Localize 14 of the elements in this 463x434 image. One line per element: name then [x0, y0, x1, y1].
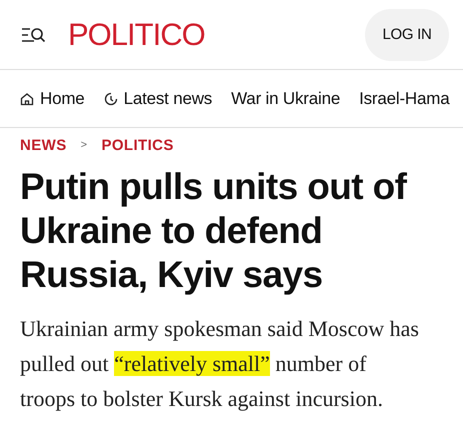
breadcrumb-link[interactable]: POLITICS [101, 136, 174, 154]
breadcrumb-link[interactable]: NEWS [20, 136, 67, 154]
nav-link[interactable]: Israel-Hama [359, 88, 450, 108]
nav-link[interactable]: Latest news [104, 88, 212, 108]
home-icon [20, 92, 34, 106]
headline: Putin pulls units out of Ukraine to defend Russia, Kyiv says [20, 165, 408, 297]
login-button[interactable]: LOG IN [365, 8, 449, 60]
nav-link[interactable]: War in Ukraine [231, 88, 340, 108]
breadcrumb-separator: > [80, 139, 88, 151]
logo[interactable]: POLITICO [68, 16, 365, 52]
summary: Ukrainian army spokesman said Moscow has pulled out “relatively small” number of troops to bolster Kursk against incursion. [20, 315, 420, 413]
nav-link[interactable]: Home [20, 88, 85, 108]
clock-icon [104, 92, 118, 106]
menu-search-icon[interactable] [21, 26, 46, 42]
